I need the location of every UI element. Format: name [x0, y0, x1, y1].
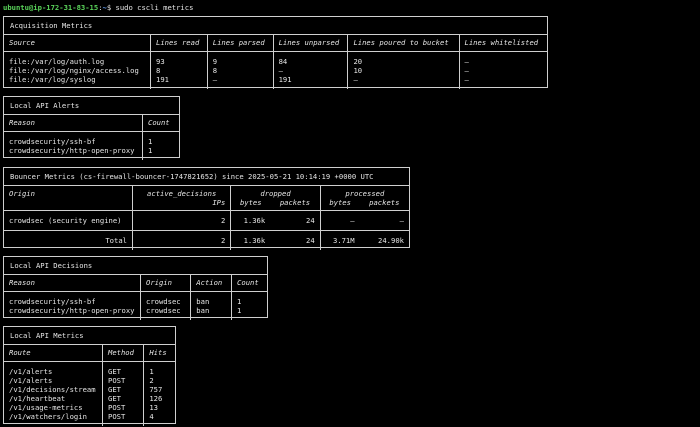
col-lines-parsed: Lines parsed: [206, 35, 274, 52]
table-row: file:/var/log/syslog 191 – 191 – –: [4, 75, 547, 89]
table-row: /v1/alerts GET 1: [4, 361, 175, 376]
table-row: /v1/alerts POST 2: [4, 376, 175, 385]
table-row: /v1/watchers/login POST 4: [4, 412, 175, 426]
local-api-decisions-table: Local API Decisions Reason Origin Action…: [3, 256, 268, 320]
table-row-total: Total 2 1.36k 24 3.71M 24.90k: [4, 230, 409, 250]
col-action: Action: [190, 275, 232, 292]
col-lines-read: Lines read: [150, 35, 208, 52]
table-row: /v1/heartbeat GET 126: [4, 394, 175, 403]
local-api-alerts-table: Local API Alerts Reason Count crowdsecur…: [3, 96, 180, 160]
col-hits: Hits: [143, 345, 175, 362]
local-api-metrics-table: Local API Metrics Route Method Hits /v1/…: [3, 326, 176, 426]
local-api-decisions-title: Local API Decisions: [4, 257, 267, 275]
col-active-decisions: active_decisions: [131, 186, 231, 198]
col-dropped-packets: packets: [270, 198, 321, 211]
col-method: Method: [101, 345, 144, 362]
col-reason: Reason: [4, 115, 143, 132]
local-api-alerts-title: Local API Alerts: [4, 97, 179, 115]
col-processed-packets: packets: [359, 198, 409, 211]
col-ips: IPs: [131, 198, 231, 211]
bouncer-metrics-title: Bouncer Metrics (cs-firewall-bouncer-174…: [4, 168, 409, 186]
acquisition-metrics-title: Acquisition Metrics: [4, 17, 547, 35]
col-dropped: dropped: [230, 186, 321, 198]
col-lines-whitelisted: Lines whitelisted: [458, 35, 547, 52]
col-count: Count: [231, 275, 267, 292]
shell-prompt: ubuntu@ip-172-31-83-15:~$ sudo cscli met…: [3, 3, 193, 12]
table-row: crowdsecurity/ssh-bf 1: [4, 131, 179, 146]
col-origin: Origin: [9, 189, 35, 198]
col-dropped-bytes: bytes: [230, 198, 271, 211]
acquisition-metrics-table: Acquisition Metrics Source Lines read Li…: [3, 16, 548, 89]
col-processed: processed: [319, 186, 409, 198]
table-row: file:/var/log/auth.log 93 9 84 20 –: [4, 51, 547, 66]
prompt-user-host: ubuntu@ip-172-31-83-15: [3, 3, 99, 12]
col-processed-bytes: bytes: [319, 198, 360, 211]
table-row: crowdsecurity/http-open-proxy crowdsec b…: [4, 306, 267, 320]
local-api-metrics-title: Local API Metrics: [4, 327, 175, 345]
col-origin: Origin: [139, 275, 191, 292]
table-row: crowdsecurity/ssh-bf crowdsec ban 1: [4, 291, 267, 306]
table-row: crowdsecurity/http-open-proxy 1: [4, 146, 179, 160]
table-row: crowdsec (security engine) 2 1.36k 24 – …: [4, 210, 409, 231]
table-row: /v1/decisions/stream GET 757: [4, 385, 175, 394]
col-lines-poured: Lines poured to bucket: [347, 35, 460, 52]
bouncer-metrics-table: Bouncer Metrics (cs-firewall-bouncer-174…: [3, 167, 410, 250]
col-reason: Reason: [4, 275, 141, 292]
col-route: Route: [4, 345, 103, 362]
prompt-command: sudo cscli metrics: [111, 3, 194, 12]
table-row: /v1/usage-metrics POST 13: [4, 403, 175, 412]
col-source: Source: [4, 35, 151, 52]
col-lines-unparsed: Lines unparsed: [272, 35, 348, 52]
col-count: Count: [142, 115, 179, 132]
table-row: file:/var/log/nginx/access.log 8 8 – 10 …: [4, 66, 547, 75]
